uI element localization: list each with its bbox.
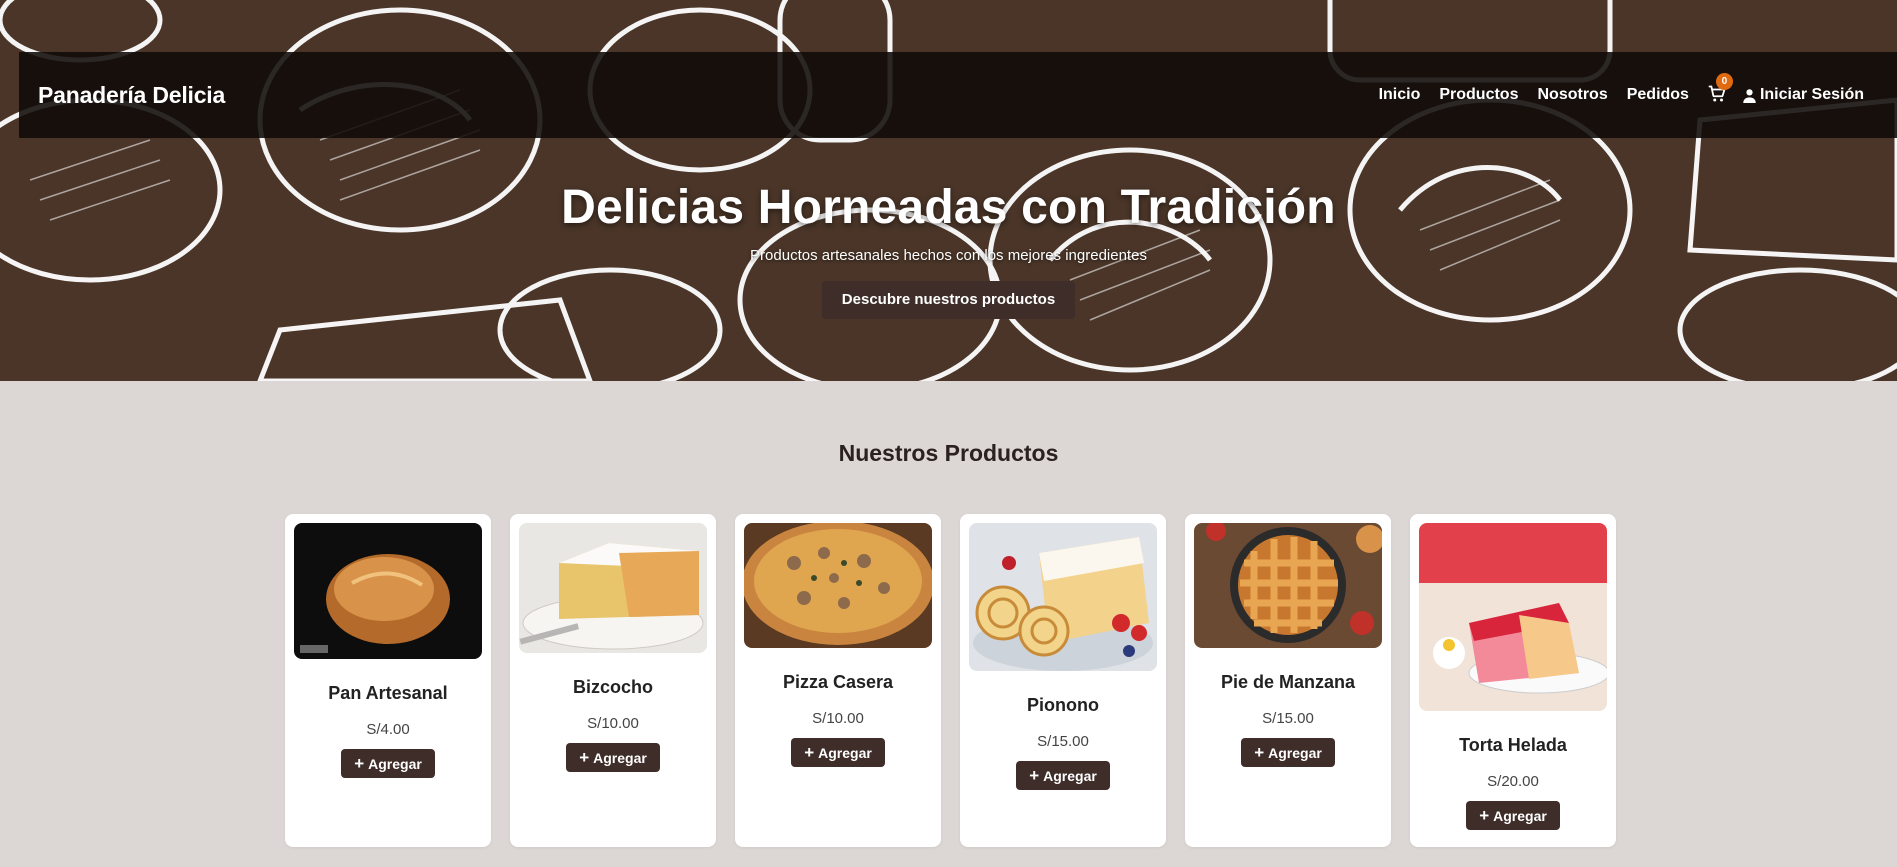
product-image-jelly-cake[interactable] xyxy=(1419,523,1607,711)
product-card: Pie de Manzana S/15.00 + Agregar xyxy=(1185,514,1391,847)
product-name: Torta Helada xyxy=(1459,735,1567,755)
products-section-title: Nuestros Productos xyxy=(838,440,1059,466)
product-image-pizza[interactable] xyxy=(744,523,932,648)
product-price: S/10.00 xyxy=(587,715,639,732)
product-image-sponge-cake[interactable] xyxy=(519,523,707,653)
add-to-cart-button[interactable]: + Agregar xyxy=(566,743,660,772)
plus-icon: + xyxy=(1254,743,1265,762)
add-to-cart-button[interactable]: + Agregar xyxy=(1241,738,1335,767)
nav-link-inicio[interactable]: Inicio xyxy=(1379,86,1421,104)
login-link[interactable]: Iniciar Sesión xyxy=(1742,86,1864,104)
product-card: Torta Helada S/20.00 + Agregar xyxy=(1410,514,1616,847)
plus-icon: + xyxy=(1479,806,1490,825)
product-name: Bizcocho xyxy=(572,677,653,697)
product-grid: Pan Artesanal S/4.00 + Agregar Bizcocho S… xyxy=(285,514,1616,847)
product-card: Pizza Casera S/10.00 + Agregar xyxy=(735,514,941,847)
add-to-cart-button[interactable]: + Agregar xyxy=(341,749,435,778)
add-to-cart-button[interactable]: + Agregar xyxy=(791,738,885,767)
hero-banner: Panadería Delicia Inicio Productos Nosot… xyxy=(0,0,1897,381)
hero-subtitle: Productos artesanales hechos con los mej… xyxy=(750,247,1147,264)
nav-link-nosotros[interactable]: Nosotros xyxy=(1537,86,1607,104)
cart-count-badge: 0 xyxy=(1715,73,1733,90)
product-name: Pizza Casera xyxy=(782,672,894,692)
cart-button[interactable]: 0 xyxy=(1708,73,1733,105)
brand-logo-text[interactable]: Panadería Delicia xyxy=(38,82,225,109)
product-card: Pan Artesanal S/4.00 + Agregar xyxy=(285,514,491,847)
product-image-bread-loaf[interactable] xyxy=(294,523,482,659)
product-price: S/15.00 xyxy=(1037,733,1089,750)
plus-icon: + xyxy=(579,748,590,767)
product-image-apple-pie[interactable] xyxy=(1194,523,1382,648)
nav-link-pedidos[interactable]: Pedidos xyxy=(1627,86,1689,104)
add-to-cart-button[interactable]: + Agregar xyxy=(1466,801,1560,830)
product-price: S/20.00 xyxy=(1487,773,1539,790)
login-label: Iniciar Sesión xyxy=(1759,86,1864,103)
add-to-cart-button[interactable]: + Agregar xyxy=(1016,761,1110,790)
product-price: S/4.00 xyxy=(366,721,410,738)
product-name: Pionono xyxy=(1027,695,1099,715)
hero-title: Delicias Horneadas con Tradición xyxy=(561,181,1336,234)
main-navbar: Panadería Delicia Inicio Productos Nosot… xyxy=(19,52,1897,138)
plus-icon: + xyxy=(1029,766,1040,785)
plus-icon: + xyxy=(354,754,365,773)
product-image-swiss-roll[interactable] xyxy=(969,523,1157,671)
product-card: Bizcocho S/10.00 + Agregar xyxy=(510,514,716,847)
product-card: Pionono S/15.00 + Agregar xyxy=(960,514,1166,847)
plus-icon: + xyxy=(804,743,815,762)
product-name: Pan Artesanal xyxy=(328,683,448,703)
discover-products-button[interactable]: Descubre nuestros productos xyxy=(821,281,1076,319)
product-price: S/10.00 xyxy=(812,710,864,727)
nav-links: Inicio Productos Nosotros Pedidos 0 Inic… xyxy=(1379,52,1897,138)
nav-link-productos[interactable]: Productos xyxy=(1439,86,1518,104)
product-name: Pie de Manzana xyxy=(1220,672,1356,692)
user-icon xyxy=(1743,88,1756,103)
hero-content: Delicias Horneadas con Tradición Product… xyxy=(0,180,1897,319)
product-price: S/15.00 xyxy=(1262,710,1314,727)
